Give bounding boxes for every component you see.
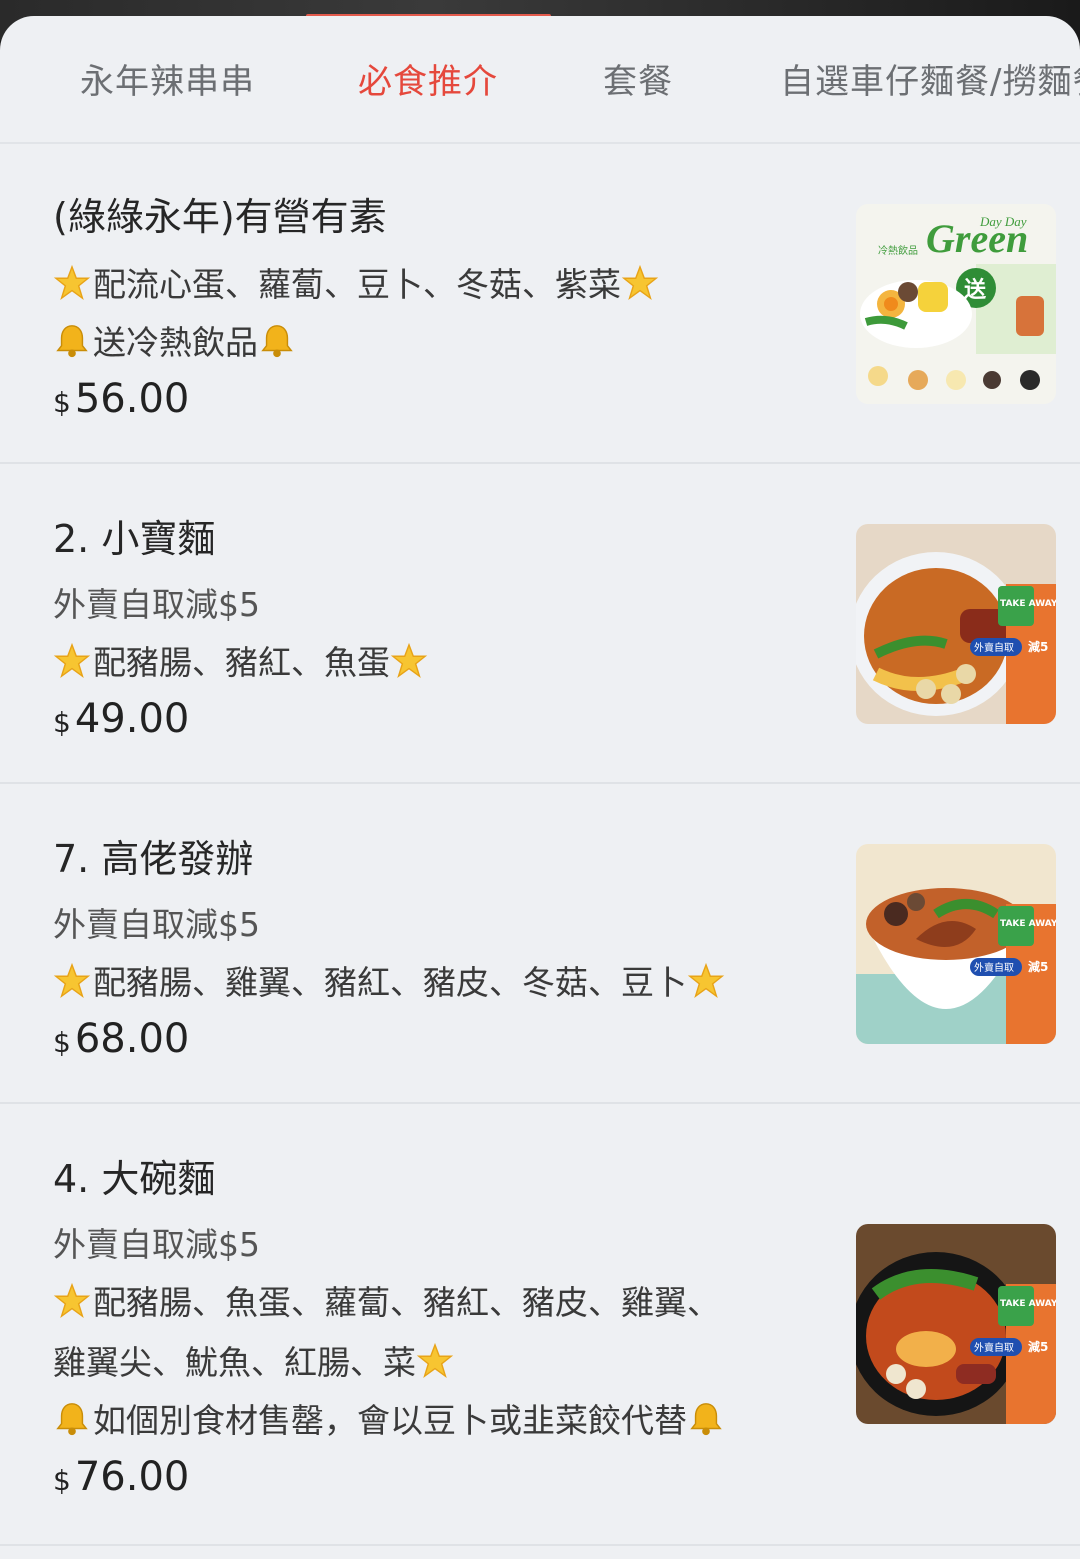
dish-image[interactable]: TAKE AWAY 外賣自取 減5 <box>856 1224 1056 1424</box>
svg-text:送: 送 <box>964 277 986 303</box>
star-icon <box>687 962 725 999</box>
bell-icon <box>690 1403 722 1436</box>
svg-text:減5: 減5 <box>1028 639 1048 654</box>
star-icon <box>621 264 659 301</box>
dish-price: $76.00 <box>53 1454 190 1500</box>
svg-text:TAKE AWAY: TAKE AWAY <box>1000 919 1056 929</box>
dish-description-cont: 雞翼尖、魷魚、紅腸、菜 <box>53 1336 456 1384</box>
tab-custom-noodles[interactable]: 自選車仔麵餐/撈麵餐 <box>780 54 1080 103</box>
dish-note: 送冷熱飲品 <box>53 316 298 364</box>
dish-image[interactable]: Green Day Day 冷熱飲品 送 <box>856 204 1056 404</box>
star-icon <box>53 642 91 679</box>
dish-item[interactable]: 4. 大碗麵 外賣自取減$5 配豬腸、魚蛋、蘿蔔、豬紅、豬皮、雞翼、 雞翼尖、魷… <box>0 1104 1080 1546</box>
star-icon <box>53 264 91 301</box>
svg-text:Day Day: Day Day <box>979 214 1027 229</box>
svg-text:TAKE AWAY: TAKE AWAY <box>1000 1299 1056 1309</box>
dish-description: 配豬腸、雞翼、豬紅、豬皮、冬菇、豆卜 <box>53 956 727 1004</box>
tab-set-meals[interactable]: 套餐 <box>603 54 673 103</box>
dish-item[interactable]: (綠綠永年)有營有素 配流心蛋、蘿蔔、豆卜、冬菇、紫菜 送冷熱飲品 $56.00… <box>0 144 1080 464</box>
dish-promo: 外賣自取減$5 <box>53 1225 260 1264</box>
svg-text:減5: 減5 <box>1028 1339 1048 1354</box>
dish-item[interactable]: 2. 小寶麵 外賣自取減$5 配豬腸、豬紅、魚蛋 $49.00 TAKE AWA… <box>0 464 1080 784</box>
star-icon <box>390 642 428 679</box>
dish-name: 4. 大碗麵 <box>53 1157 216 1201</box>
svg-text:冷熱飲品: 冷熱飲品 <box>878 244 918 257</box>
svg-text:外賣自取: 外賣自取 <box>974 1341 1014 1354</box>
category-tabs: 永年辣串串 必食推介 套餐 自選車仔麵餐/撈麵餐 <box>0 16 1080 144</box>
dish-price: $56.00 <box>53 376 190 422</box>
bell-icon <box>56 1403 88 1436</box>
dish-item[interactable]: 7. 高佬發辦 外賣自取減$5 配豬腸、雞翼、豬紅、豬皮、冬菇、豆卜 $68.0… <box>0 784 1080 1104</box>
star-icon <box>416 1342 454 1379</box>
dish-price: $68.00 <box>53 1016 190 1062</box>
tab-recommended[interactable]: 必食推介 <box>358 54 498 103</box>
dish-promo: 外賣自取減$5 <box>53 905 260 944</box>
dish-image[interactable]: TAKE AWAY 外賣自取 減5 <box>856 524 1056 724</box>
svg-text:外賣自取: 外賣自取 <box>974 961 1014 974</box>
dish-image[interactable]: TAKE AWAY 外賣自取 減5 <box>856 844 1056 1044</box>
bell-icon <box>56 325 88 358</box>
star-icon <box>53 1282 91 1319</box>
menu-sheet: 永年辣串串 必食推介 套餐 自選車仔麵餐/撈麵餐 (綠綠永年)有營有素 配流心蛋… <box>0 16 1080 1559</box>
dish-description: 配豬腸、魚蛋、蘿蔔、豬紅、豬皮、雞翼、 <box>53 1276 720 1324</box>
dish-list: (綠綠永年)有營有素 配流心蛋、蘿蔔、豆卜、冬菇、紫菜 送冷熱飲品 $56.00… <box>0 144 1080 1546</box>
star-icon <box>53 962 91 999</box>
dish-description: 配流心蛋、蘿蔔、豆卜、冬菇、紫菜 <box>53 258 661 306</box>
svg-text:減5: 減5 <box>1028 959 1048 974</box>
dish-description: 配豬腸、豬紅、魚蛋 <box>53 636 430 684</box>
tab-spicy-skewers[interactable]: 永年辣串串 <box>80 54 255 103</box>
svg-text:TAKE AWAY: TAKE AWAY <box>1000 599 1056 609</box>
dish-name: 7. 高佬發辦 <box>53 837 254 881</box>
dish-name: (綠綠永年)有營有素 <box>53 195 387 239</box>
svg-text:外賣自取: 外賣自取 <box>974 641 1014 654</box>
bell-icon <box>261 325 293 358</box>
dish-promo: 外賣自取減$5 <box>53 585 260 624</box>
dish-price: $49.00 <box>53 696 190 742</box>
dish-name: 2. 小寶麵 <box>53 517 216 561</box>
dish-note: 如個別食材售罄，會以豆卜或韭菜餃代替 <box>53 1394 727 1442</box>
